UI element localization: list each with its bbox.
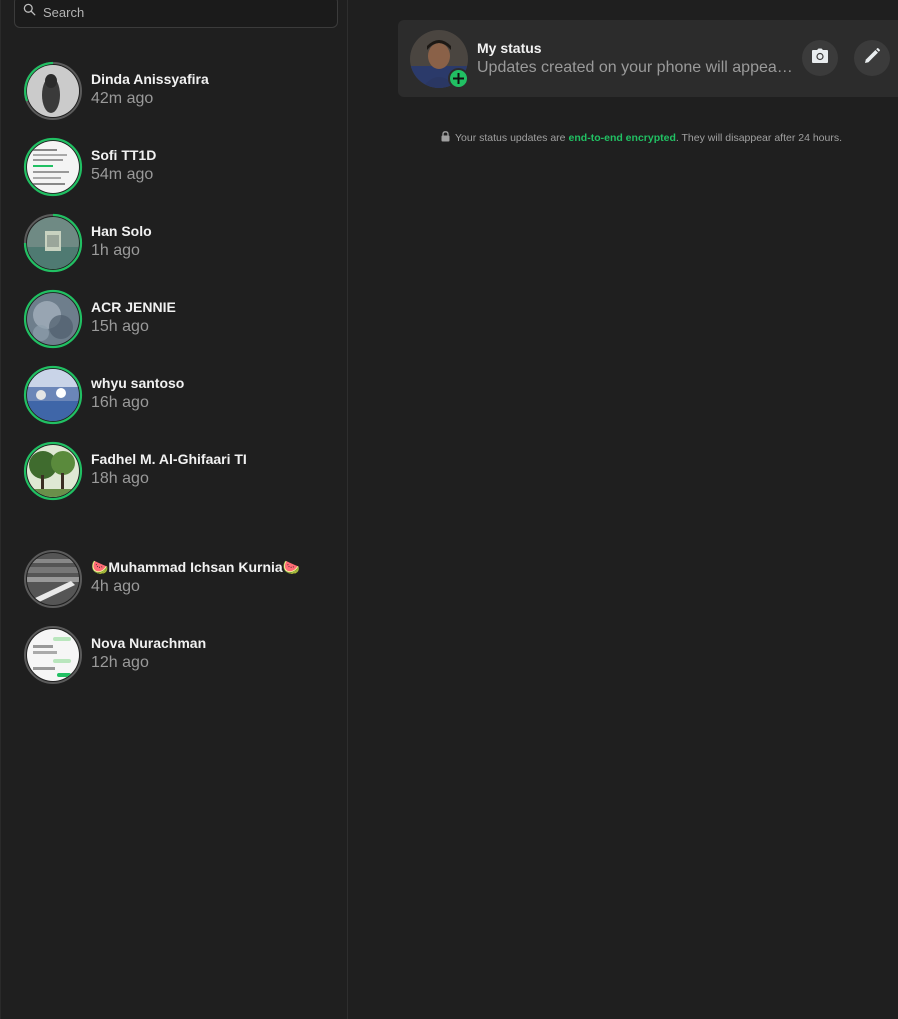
status-item[interactable]: Han Solo 1h ago — [23, 212, 343, 274]
encryption-text-end: . They will disappear after 24 hours. — [675, 132, 843, 144]
avatar — [27, 293, 79, 345]
status-main-pane: My status Updates created on your phone … — [349, 0, 898, 1019]
contact-name: whyu santoso — [91, 375, 185, 391]
contact-name: Han Solo — [91, 223, 152, 239]
status-item[interactable]: whyu santoso 16h ago — [23, 364, 343, 426]
contact-name: Sofi TT1D — [91, 147, 157, 163]
my-status-subtitle: Updates created on your phone will appea… — [477, 59, 795, 76]
plus-icon[interactable] — [448, 68, 469, 89]
encryption-notice: Your status updates are end-to-end encry… — [441, 131, 842, 145]
contact-name: Nova Nurachman — [91, 635, 207, 651]
status-time: 18h ago — [91, 470, 149, 487]
status-time: 42m ago — [91, 90, 154, 107]
status-time: 4h ago — [91, 578, 140, 595]
viewed-status-item[interactable]: 🍉Muhammad Ichsan Kurnia🍉 4h ago — [23, 548, 343, 610]
status-time: 15h ago — [91, 318, 149, 335]
contact-name: Dinda Anissyafira — [91, 71, 209, 87]
text-status-button[interactable] — [854, 40, 890, 76]
viewed-status-item[interactable]: Nova Nurachman 12h ago — [23, 624, 343, 686]
avatar — [27, 629, 79, 681]
status-item[interactable]: Dinda Anissyafira 42m ago — [23, 60, 343, 122]
avatar — [27, 65, 79, 117]
lock-icon — [441, 131, 455, 145]
avatar — [27, 217, 79, 269]
status-time: 1h ago — [91, 242, 140, 259]
contact-name: 🍉Muhammad Ichsan Kurnia🍉 — [91, 559, 301, 575]
status-time: 12h ago — [91, 654, 149, 671]
status-item[interactable]: Fadhel M. Al-Ghifaari TI 18h ago — [23, 440, 343, 502]
camera-button[interactable] — [802, 40, 838, 76]
encryption-text: Your status updates are — [455, 132, 566, 144]
status-sidebar: Dinda Anissyafira 42m ago — [0, 0, 348, 1019]
camera-icon — [811, 48, 829, 69]
status-time: 54m ago — [91, 166, 154, 183]
contact-name: Fadhel M. Al-Ghifaari TI — [91, 451, 247, 467]
search-icon — [23, 3, 36, 21]
status-item[interactable]: ACR JENNIE 15h ago — [23, 288, 343, 350]
pencil-icon — [864, 47, 880, 69]
status-time: 16h ago — [91, 394, 149, 411]
search-input[interactable] — [43, 4, 323, 20]
encryption-link[interactable]: end-to-end encrypted — [569, 132, 676, 144]
contact-name: ACR JENNIE — [91, 299, 176, 315]
avatar — [27, 369, 79, 421]
status-item[interactable]: Sofi TT1D 54m ago — [23, 136, 343, 198]
my-status-card[interactable]: My status Updates created on your phone … — [398, 20, 898, 97]
avatar — [27, 445, 79, 497]
search-box[interactable] — [14, 0, 338, 28]
avatar — [27, 553, 79, 605]
my-status-title: My status — [477, 40, 542, 56]
avatar — [27, 141, 79, 193]
